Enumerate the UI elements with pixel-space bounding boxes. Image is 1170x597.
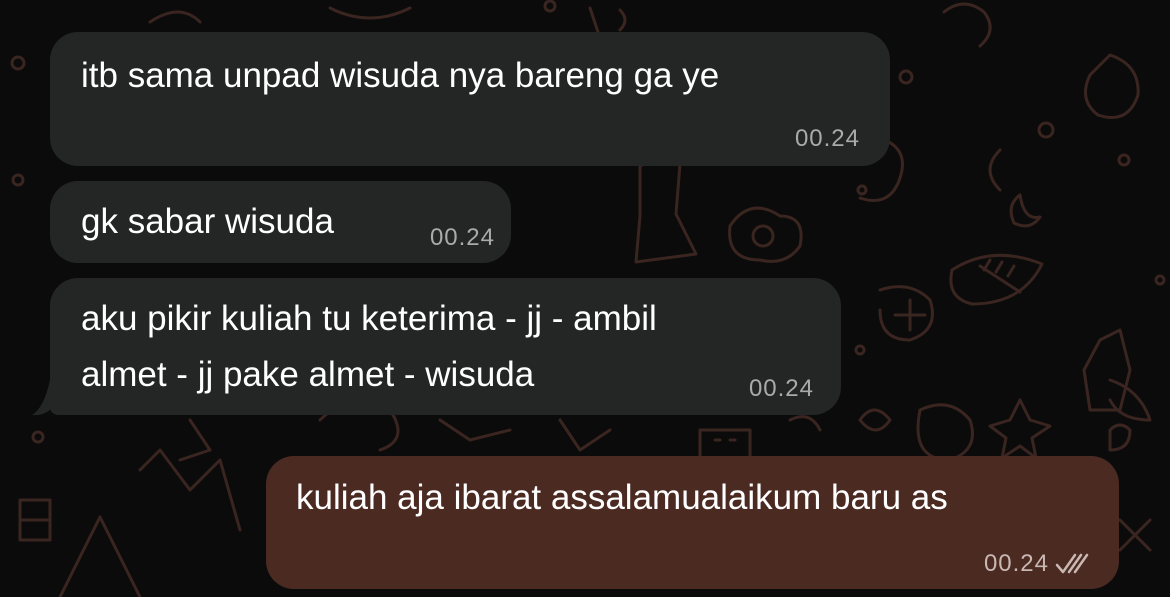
message-text-line-1: aku pikir kuliah tu keterima - jj - ambi… [81, 299, 657, 338]
message-text-line-2: almet - jj pake almet - wisuda [81, 355, 535, 394]
message-text: gk sabar wisuda [81, 202, 334, 241]
message-timestamp: 00.24 [983, 550, 1049, 577]
message-timestamp: 00.24 [429, 224, 495, 251]
read-double-check-icon [1055, 553, 1089, 574]
message-text: kuliah aja ibarat assalamualaikum baru a… [296, 478, 948, 517]
incoming-message-bubble[interactable]: itb sama unpad wisuda nya bareng ga ye 0… [50, 32, 890, 166]
incoming-message-bubble[interactable]: aku pikir kuliah tu keterima - jj - ambi… [50, 278, 841, 415]
message-text: itb sama unpad wisuda nya bareng ga ye [81, 56, 720, 95]
message-timestamp: 00.24 [748, 375, 814, 402]
message-timestamp: 00.24 [794, 125, 860, 152]
incoming-message-bubble[interactable]: gk sabar wisuda 00.24 [50, 181, 511, 263]
outgoing-message-bubble[interactable]: kuliah aja ibarat assalamualaikum baru a… [266, 456, 1119, 589]
